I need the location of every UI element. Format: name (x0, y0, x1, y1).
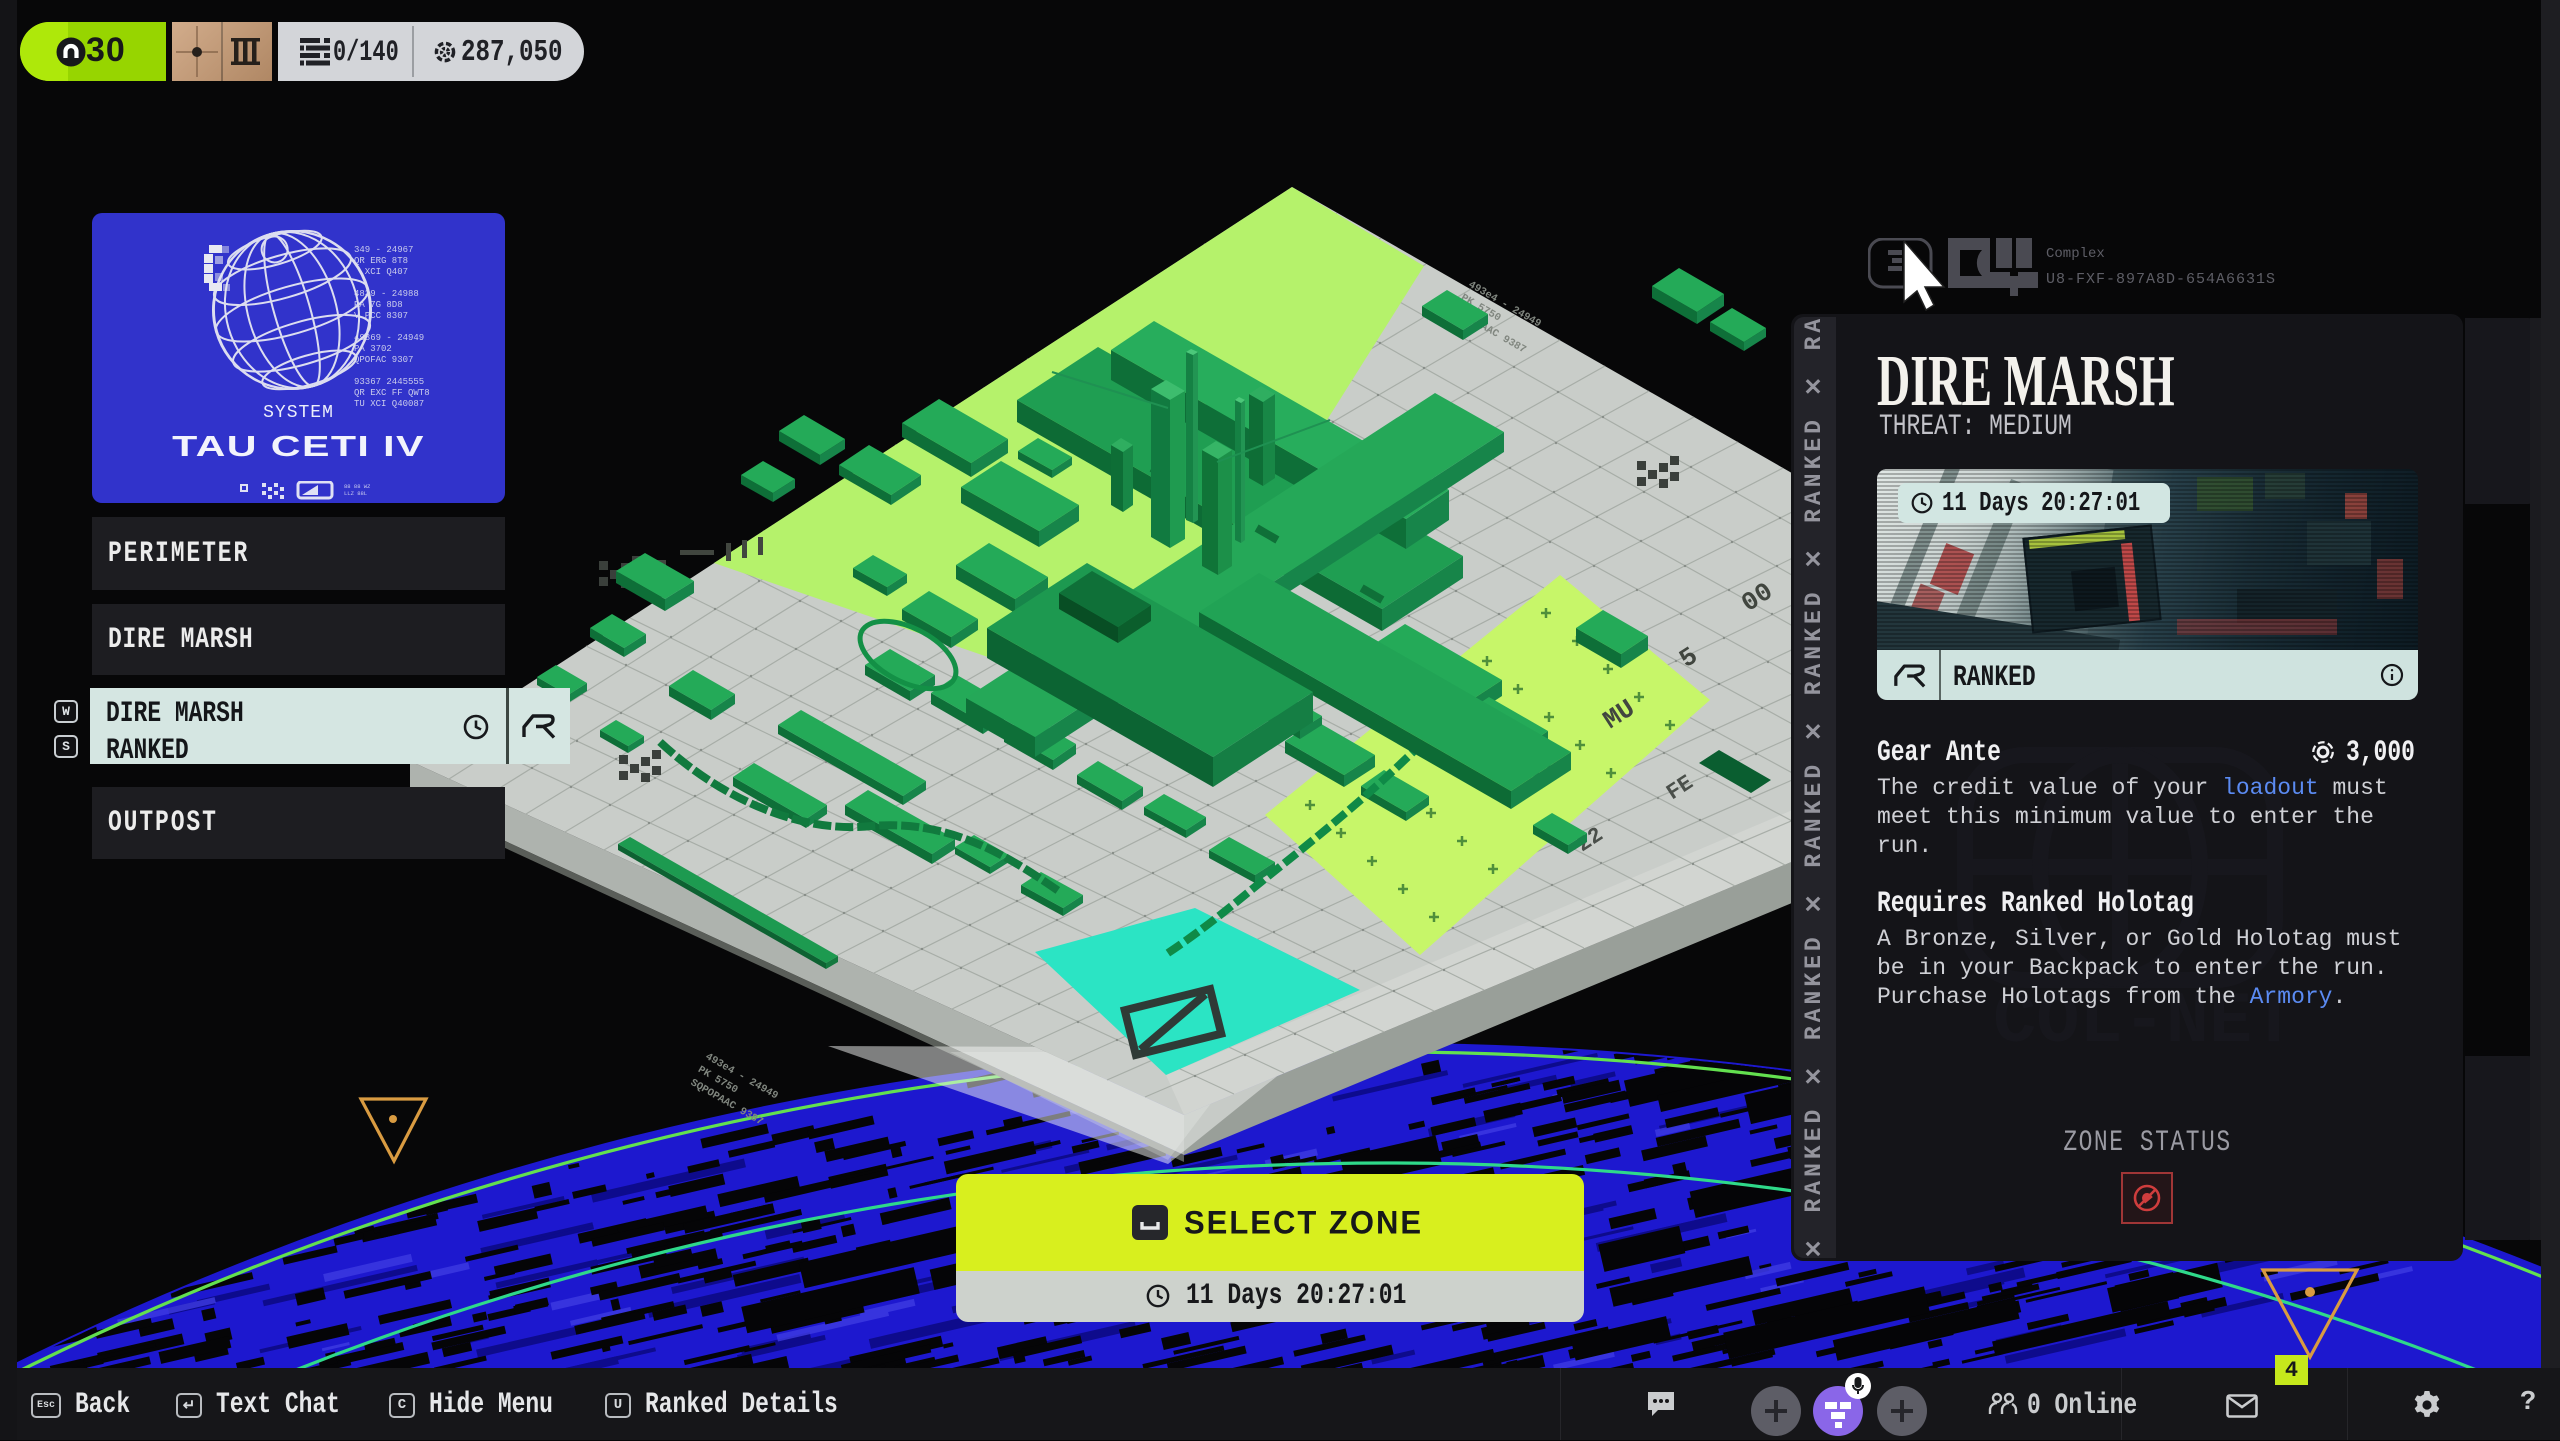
svg-text:88 88 WZ: 88 88 WZ (344, 483, 370, 490)
svg-text:LLZ 88L 5WZ: LLZ 88L 5WZ (344, 490, 370, 497)
